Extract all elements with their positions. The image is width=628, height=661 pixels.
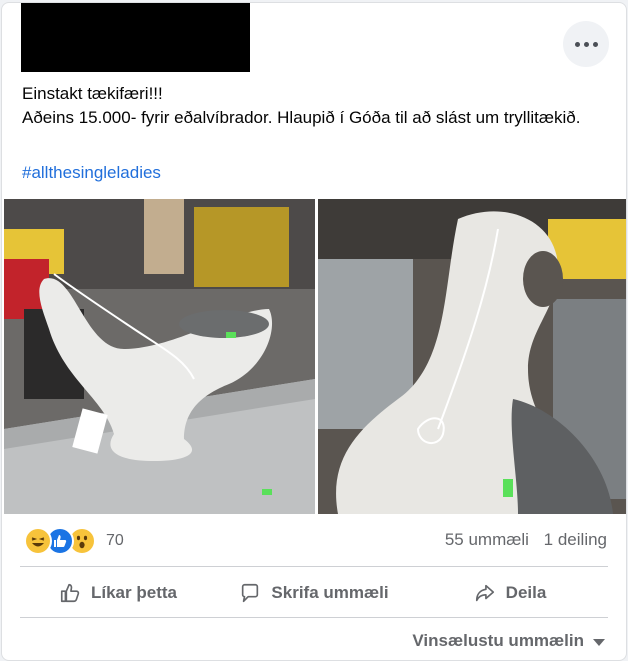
thumbs-up-icon (60, 583, 80, 603)
post-text-line-2: Aðeins 15.000- fyrir eðalvíbrador. Hlaup… (22, 108, 581, 127)
divider (20, 617, 608, 618)
share-icon (475, 584, 494, 602)
redacted-author-header (21, 3, 250, 72)
post-photo-2[interactable] (318, 199, 626, 514)
share-label: Deila (505, 583, 547, 602)
sort-label: Vinsælustu ummælin (412, 631, 584, 650)
comment-icon (242, 583, 259, 603)
post-text-line-1: Einstakt tækifæri!!! (22, 84, 163, 103)
hashtag-link[interactable]: #allthesingleladies (22, 163, 161, 183)
comment-count-link[interactable]: 55 ummæli (445, 530, 529, 549)
comment-label: Skrifa ummæli (271, 583, 389, 602)
comment-sort-dropdown[interactable]: Vinsælustu ummælin (412, 631, 605, 651)
more-options-button[interactable] (563, 21, 609, 67)
action-bar: Líkar þetta Skrifa ummæli Deila (20, 568, 608, 618)
like-button[interactable]: Líkar þetta (20, 582, 216, 604)
caret-down-icon (593, 638, 605, 646)
divider (20, 566, 608, 567)
post-card: Einstakt tækifæri!!! Aðeins 15.000- fyri… (1, 2, 627, 661)
reaction-count: 70 (106, 532, 124, 549)
haha-icon (24, 527, 52, 555)
reaction-summary[interactable]: 70 (24, 527, 124, 555)
more-dot-icon (574, 41, 580, 47)
post-body: Einstakt tækifæri!!! Aðeins 15.000- fyri… (22, 82, 602, 130)
like-label: Líkar þetta (91, 583, 177, 602)
share-button[interactable]: Deila (412, 582, 608, 604)
post-photo-1[interactable] (4, 199, 315, 514)
more-dot-icon (592, 41, 598, 47)
more-dot-icon (583, 41, 589, 47)
comment-button[interactable]: Skrifa ummæli (216, 582, 412, 604)
engagement-stats: 55 ummæli 1 deiling (435, 530, 607, 550)
share-count-link[interactable]: 1 deiling (544, 530, 607, 549)
